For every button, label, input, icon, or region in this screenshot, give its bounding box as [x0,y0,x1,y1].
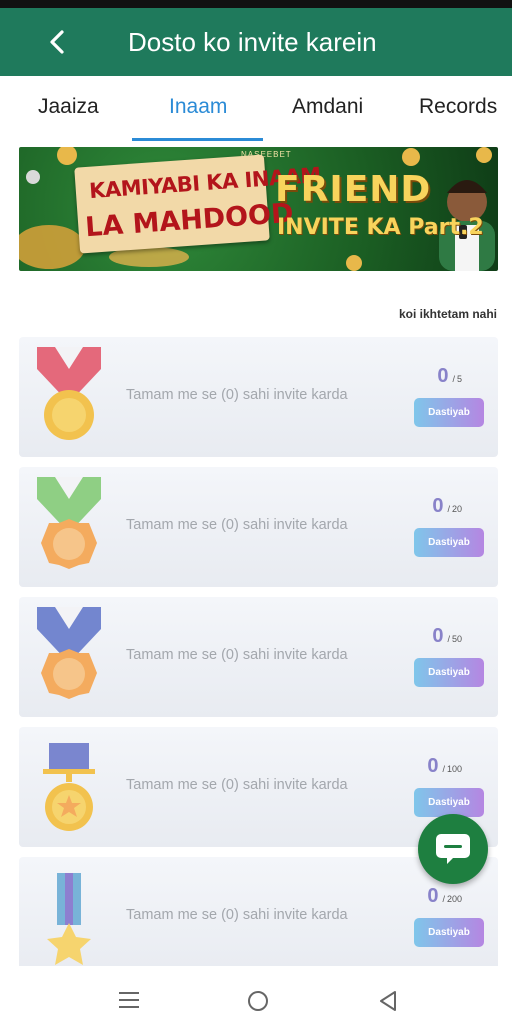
criteria-note: koi ikhtetam nahi [398,307,497,321]
promo-banner[interactable]: NASEEBET KAMIYABI KA INAAM LA MAHDOOD FR… [19,147,498,271]
menu-icon[interactable] [118,990,140,1010]
reward-progress: 0 / 200 [427,885,462,908]
status-bar [0,0,512,8]
tab-amdani[interactable]: Amdani [292,94,363,120]
progress-count: 0 [432,625,444,647]
reward-card: Tamam me se (0) sahi invite karda 0 / 50… [19,597,498,717]
chat-bubble-icon [436,834,470,864]
medal-gold-star-icon [47,873,91,965]
progress-separator: / [452,374,455,384]
progress-separator: / [447,634,450,644]
reward-description: Tamam me se (0) sahi invite karda [126,517,348,533]
home-circle-icon[interactable] [247,990,269,1012]
reward-description: Tamam me se (0) sahi invite karda [126,907,348,923]
chat-support-button[interactable] [418,814,488,884]
progress-target: 100 [446,764,462,774]
reward-progress: 0 / 5 [437,365,462,388]
progress-separator: / [447,504,450,514]
progress-target: 5 [456,374,462,384]
tab-jaaiza[interactable]: Jaaiza [38,94,99,120]
app-bar: Dosto ko invite karein [0,8,512,76]
progress-count: 0 [432,495,444,517]
medal-blue-icon [37,607,101,699]
system-nav-bar [0,966,512,1024]
progress-count: 0 [427,885,439,907]
reward-card: Tamam me se (0) sahi invite karda 0 / 5 … [19,337,498,457]
banner-friend-title: FRIEND [275,169,432,210]
progress-target: 50 [451,634,462,644]
reward-description: Tamam me se (0) sahi invite karda [126,777,348,793]
medal-red-icon [37,347,101,440]
claim-button[interactable]: Dastiyab [414,528,484,557]
tab-records[interactable]: Records [419,94,497,120]
reward-card: Tamam me se (0) sahi invite karda 0 / 20… [19,857,498,977]
tab-bar: Jaaiza Inaam Amdani Records [0,76,512,142]
claim-button[interactable]: Dastiyab [414,658,484,687]
claim-button[interactable]: Dastiyab [414,398,484,427]
medal-star-icon [43,743,95,831]
progress-count: 0 [427,755,439,777]
page-title: Dosto ko invite karein [128,27,377,57]
back-button[interactable] [38,22,78,62]
chevron-left-icon [50,30,64,54]
banner-invite-subtitle: INVITE KA Part.2 [277,215,484,240]
progress-separator: / [442,894,445,904]
active-tab-indicator [132,138,263,141]
tab-inaam[interactable]: Inaam [169,94,227,120]
claim-button[interactable]: Dastiyab [414,918,484,947]
progress-count: 0 [437,365,449,387]
reward-description: Tamam me se (0) sahi invite karda [126,387,348,403]
progress-separator: / [442,764,445,774]
medal-green-icon [37,477,101,569]
back-triangle-icon[interactable] [378,990,398,1012]
progress-target: 20 [451,504,462,514]
reward-card: Tamam me se (0) sahi invite karda 0 / 20… [19,467,498,587]
claim-button[interactable]: Dastiyab [414,788,484,817]
reward-progress: 0 / 50 [432,625,462,648]
reward-progress: 0 / 20 [432,495,462,518]
reward-progress: 0 / 100 [427,755,462,778]
progress-target: 200 [446,894,462,904]
reward-description: Tamam me se (0) sahi invite karda [126,647,348,663]
